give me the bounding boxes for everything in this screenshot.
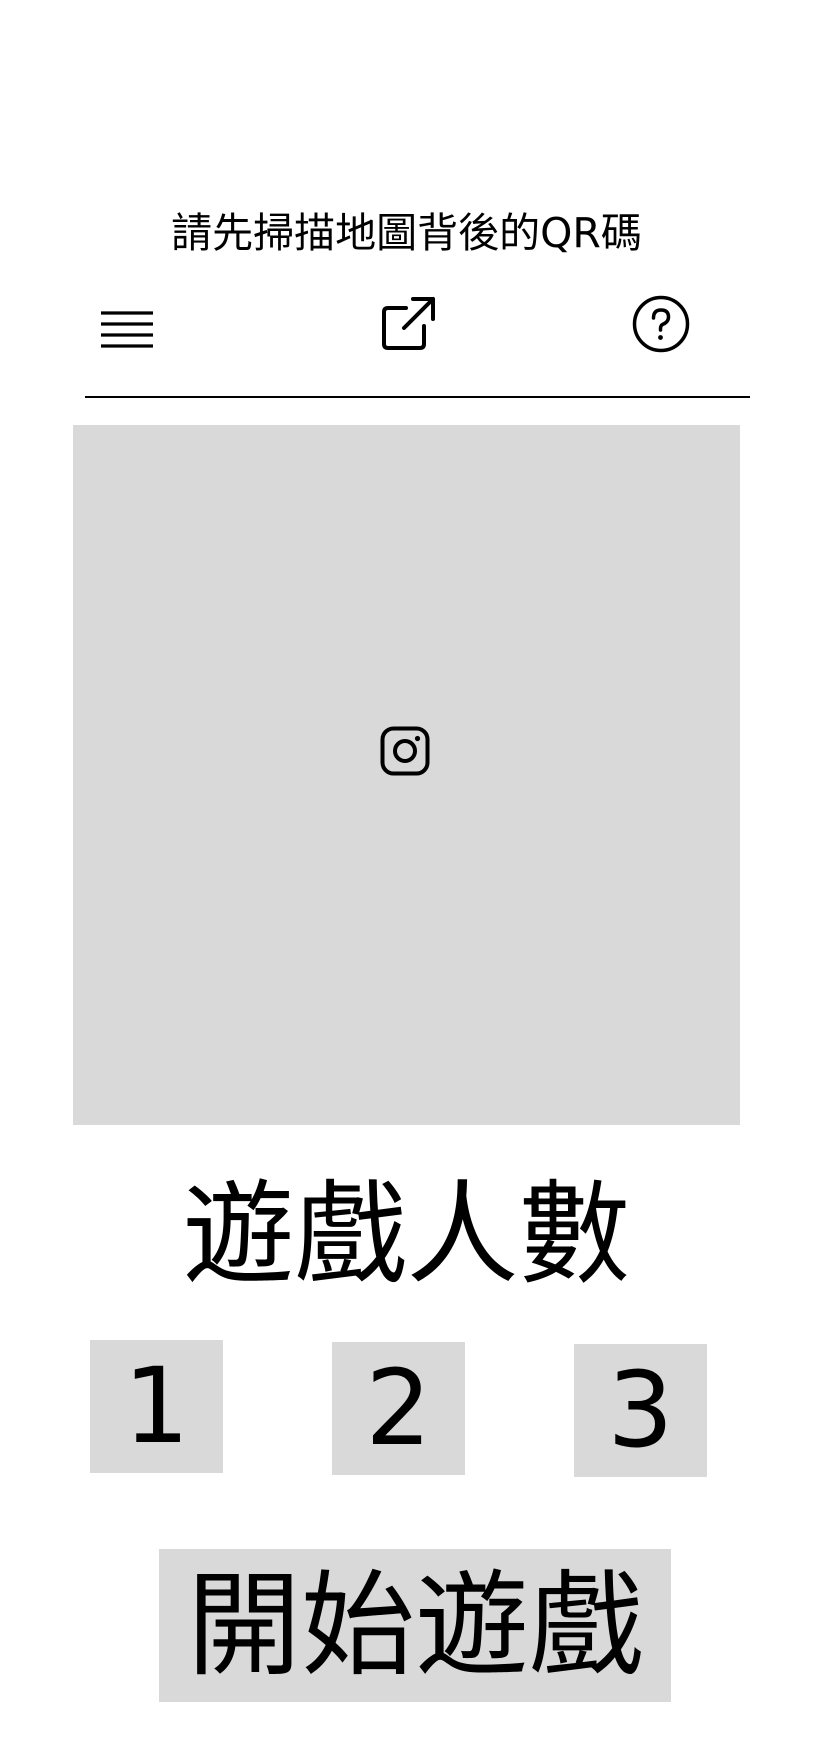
player-count-heading: 遊戲人數 [182,1170,631,1300]
player-count-3-button[interactable]: 3 [574,1344,707,1477]
camera-icon [380,726,430,776]
external-link-icon[interactable] [380,296,436,352]
player-count-2-button[interactable]: 2 [332,1342,465,1475]
start-game-button[interactable]: 開始遊戲 [159,1549,671,1702]
header-divider [85,396,750,398]
player-count-1-button[interactable]: 1 [90,1340,223,1473]
menu-icon[interactable] [99,310,155,350]
page-title: 請先掃描地圖背後的QR碼 [171,209,642,257]
help-circle-icon[interactable] [631,294,691,354]
